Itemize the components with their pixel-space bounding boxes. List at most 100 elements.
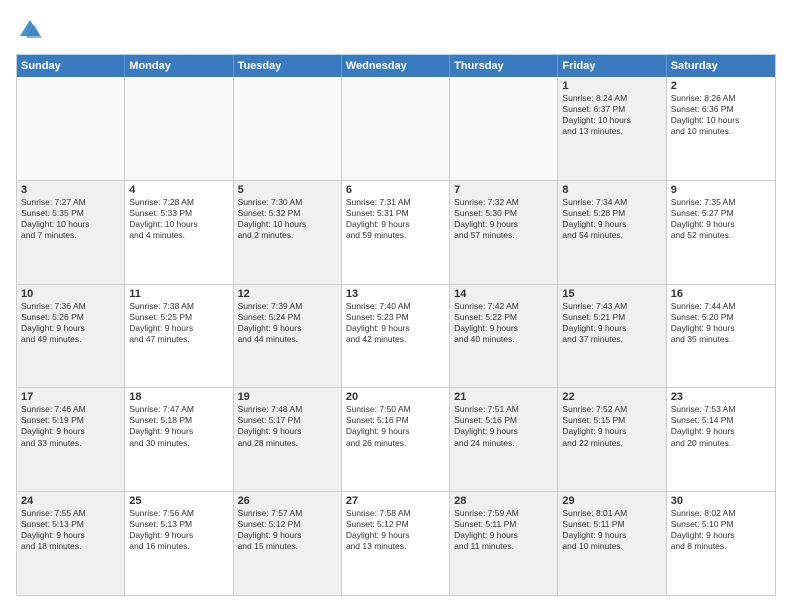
- day-number: 15: [562, 288, 661, 300]
- cell-text: Sunrise: 8:01 AM Sunset: 5:11 PM Dayligh…: [562, 508, 661, 552]
- cell-text: Sunrise: 7:58 AM Sunset: 5:12 PM Dayligh…: [346, 508, 445, 552]
- cell-text: Sunrise: 7:52 AM Sunset: 5:15 PM Dayligh…: [562, 404, 661, 448]
- cell-text: Sunrise: 7:40 AM Sunset: 5:23 PM Dayligh…: [346, 301, 445, 345]
- cell-text: Sunrise: 7:34 AM Sunset: 5:28 PM Dayligh…: [562, 197, 661, 241]
- calendar-cell-0-1: [125, 77, 233, 180]
- header-cell-wednesday: Wednesday: [342, 55, 450, 77]
- calendar-cell-4-4: 28Sunrise: 7:59 AM Sunset: 5:11 PM Dayli…: [450, 492, 558, 595]
- day-number: 25: [129, 495, 228, 507]
- calendar-cell-3-1: 18Sunrise: 7:47 AM Sunset: 5:18 PM Dayli…: [125, 388, 233, 491]
- day-number: 18: [129, 391, 228, 403]
- calendar-cell-1-3: 6Sunrise: 7:31 AM Sunset: 5:31 PM Daylig…: [342, 181, 450, 284]
- calendar-cell-2-4: 14Sunrise: 7:42 AM Sunset: 5:22 PM Dayli…: [450, 285, 558, 388]
- calendar-cell-0-3: [342, 77, 450, 180]
- calendar-row-3: 17Sunrise: 7:46 AM Sunset: 5:19 PM Dayli…: [17, 387, 775, 491]
- cell-text: Sunrise: 8:26 AM Sunset: 6:36 PM Dayligh…: [671, 93, 771, 137]
- calendar-cell-3-5: 22Sunrise: 7:52 AM Sunset: 5:15 PM Dayli…: [558, 388, 666, 491]
- calendar-cell-0-5: 1Sunrise: 8:24 AM Sunset: 6:37 PM Daylig…: [558, 77, 666, 180]
- calendar-cell-4-2: 26Sunrise: 7:57 AM Sunset: 5:12 PM Dayli…: [234, 492, 342, 595]
- header-cell-tuesday: Tuesday: [234, 55, 342, 77]
- day-number: 8: [562, 184, 661, 196]
- calendar-cell-3-6: 23Sunrise: 7:53 AM Sunset: 5:14 PM Dayli…: [667, 388, 775, 491]
- header: [16, 16, 776, 44]
- calendar-row-2: 10Sunrise: 7:36 AM Sunset: 5:26 PM Dayli…: [17, 284, 775, 388]
- cell-text: Sunrise: 7:57 AM Sunset: 5:12 PM Dayligh…: [238, 508, 337, 552]
- day-number: 3: [21, 184, 120, 196]
- day-number: 16: [671, 288, 771, 300]
- cell-text: Sunrise: 8:02 AM Sunset: 5:10 PM Dayligh…: [671, 508, 771, 552]
- calendar-header: SundayMondayTuesdayWednesdayThursdayFrid…: [17, 55, 775, 77]
- calendar-cell-4-3: 27Sunrise: 7:58 AM Sunset: 5:12 PM Dayli…: [342, 492, 450, 595]
- cell-text: Sunrise: 7:36 AM Sunset: 5:26 PM Dayligh…: [21, 301, 120, 345]
- day-number: 12: [238, 288, 337, 300]
- day-number: 1: [562, 80, 661, 92]
- day-number: 21: [454, 391, 553, 403]
- day-number: 11: [129, 288, 228, 300]
- header-cell-monday: Monday: [125, 55, 233, 77]
- header-cell-saturday: Saturday: [667, 55, 775, 77]
- calendar-cell-0-6: 2Sunrise: 8:26 AM Sunset: 6:36 PM Daylig…: [667, 77, 775, 180]
- day-number: 24: [21, 495, 120, 507]
- cell-text: Sunrise: 7:43 AM Sunset: 5:21 PM Dayligh…: [562, 301, 661, 345]
- calendar-cell-4-1: 25Sunrise: 7:56 AM Sunset: 5:13 PM Dayli…: [125, 492, 233, 595]
- calendar-cell-4-0: 24Sunrise: 7:55 AM Sunset: 5:13 PM Dayli…: [17, 492, 125, 595]
- day-number: 26: [238, 495, 337, 507]
- cell-text: Sunrise: 7:47 AM Sunset: 5:18 PM Dayligh…: [129, 404, 228, 448]
- cell-text: Sunrise: 7:51 AM Sunset: 5:16 PM Dayligh…: [454, 404, 553, 448]
- cell-text: Sunrise: 7:28 AM Sunset: 5:33 PM Dayligh…: [129, 197, 228, 241]
- cell-text: Sunrise: 7:50 AM Sunset: 5:16 PM Dayligh…: [346, 404, 445, 448]
- day-number: 10: [21, 288, 120, 300]
- logo: [16, 16, 46, 44]
- cell-text: Sunrise: 7:44 AM Sunset: 5:20 PM Dayligh…: [671, 301, 771, 345]
- cell-text: Sunrise: 7:38 AM Sunset: 5:25 PM Dayligh…: [129, 301, 228, 345]
- cell-text: Sunrise: 8:24 AM Sunset: 6:37 PM Dayligh…: [562, 93, 661, 137]
- day-number: 17: [21, 391, 120, 403]
- calendar-cell-2-6: 16Sunrise: 7:44 AM Sunset: 5:20 PM Dayli…: [667, 285, 775, 388]
- cell-text: Sunrise: 7:42 AM Sunset: 5:22 PM Dayligh…: [454, 301, 553, 345]
- cell-text: Sunrise: 7:46 AM Sunset: 5:19 PM Dayligh…: [21, 404, 120, 448]
- day-number: 28: [454, 495, 553, 507]
- calendar-cell-3-4: 21Sunrise: 7:51 AM Sunset: 5:16 PM Dayli…: [450, 388, 558, 491]
- day-number: 2: [671, 80, 771, 92]
- calendar-cell-2-0: 10Sunrise: 7:36 AM Sunset: 5:26 PM Dayli…: [17, 285, 125, 388]
- cell-text: Sunrise: 7:56 AM Sunset: 5:13 PM Dayligh…: [129, 508, 228, 552]
- cell-text: Sunrise: 7:48 AM Sunset: 5:17 PM Dayligh…: [238, 404, 337, 448]
- calendar-cell-1-1: 4Sunrise: 7:28 AM Sunset: 5:33 PM Daylig…: [125, 181, 233, 284]
- day-number: 30: [671, 495, 771, 507]
- day-number: 13: [346, 288, 445, 300]
- calendar-cell-1-5: 8Sunrise: 7:34 AM Sunset: 5:28 PM Daylig…: [558, 181, 666, 284]
- header-cell-sunday: Sunday: [17, 55, 125, 77]
- day-number: 20: [346, 391, 445, 403]
- day-number: 27: [346, 495, 445, 507]
- day-number: 14: [454, 288, 553, 300]
- calendar-body: 1Sunrise: 8:24 AM Sunset: 6:37 PM Daylig…: [17, 77, 775, 595]
- cell-text: Sunrise: 7:35 AM Sunset: 5:27 PM Dayligh…: [671, 197, 771, 241]
- day-number: 29: [562, 495, 661, 507]
- calendar-row-4: 24Sunrise: 7:55 AM Sunset: 5:13 PM Dayli…: [17, 491, 775, 595]
- calendar-cell-1-6: 9Sunrise: 7:35 AM Sunset: 5:27 PM Daylig…: [667, 181, 775, 284]
- cell-text: Sunrise: 7:32 AM Sunset: 5:30 PM Dayligh…: [454, 197, 553, 241]
- page: SundayMondayTuesdayWednesdayThursdayFrid…: [0, 0, 792, 612]
- day-number: 5: [238, 184, 337, 196]
- calendar: SundayMondayTuesdayWednesdayThursdayFrid…: [16, 54, 776, 596]
- calendar-cell-1-2: 5Sunrise: 7:30 AM Sunset: 5:32 PM Daylig…: [234, 181, 342, 284]
- cell-text: Sunrise: 7:59 AM Sunset: 5:11 PM Dayligh…: [454, 508, 553, 552]
- calendar-row-1: 3Sunrise: 7:27 AM Sunset: 5:35 PM Daylig…: [17, 180, 775, 284]
- calendar-cell-2-3: 13Sunrise: 7:40 AM Sunset: 5:23 PM Dayli…: [342, 285, 450, 388]
- calendar-cell-3-2: 19Sunrise: 7:48 AM Sunset: 5:17 PM Dayli…: [234, 388, 342, 491]
- cell-text: Sunrise: 7:27 AM Sunset: 5:35 PM Dayligh…: [21, 197, 120, 241]
- calendar-cell-0-2: [234, 77, 342, 180]
- day-number: 4: [129, 184, 228, 196]
- cell-text: Sunrise: 7:30 AM Sunset: 5:32 PM Dayligh…: [238, 197, 337, 241]
- calendar-cell-4-5: 29Sunrise: 8:01 AM Sunset: 5:11 PM Dayli…: [558, 492, 666, 595]
- cell-text: Sunrise: 7:39 AM Sunset: 5:24 PM Dayligh…: [238, 301, 337, 345]
- cell-text: Sunrise: 7:31 AM Sunset: 5:31 PM Dayligh…: [346, 197, 445, 241]
- calendar-cell-3-3: 20Sunrise: 7:50 AM Sunset: 5:16 PM Dayli…: [342, 388, 450, 491]
- calendar-cell-2-1: 11Sunrise: 7:38 AM Sunset: 5:25 PM Dayli…: [125, 285, 233, 388]
- calendar-cell-2-2: 12Sunrise: 7:39 AM Sunset: 5:24 PM Dayli…: [234, 285, 342, 388]
- cell-text: Sunrise: 7:55 AM Sunset: 5:13 PM Dayligh…: [21, 508, 120, 552]
- day-number: 23: [671, 391, 771, 403]
- calendar-cell-1-4: 7Sunrise: 7:32 AM Sunset: 5:30 PM Daylig…: [450, 181, 558, 284]
- calendar-cell-1-0: 3Sunrise: 7:27 AM Sunset: 5:35 PM Daylig…: [17, 181, 125, 284]
- header-cell-thursday: Thursday: [450, 55, 558, 77]
